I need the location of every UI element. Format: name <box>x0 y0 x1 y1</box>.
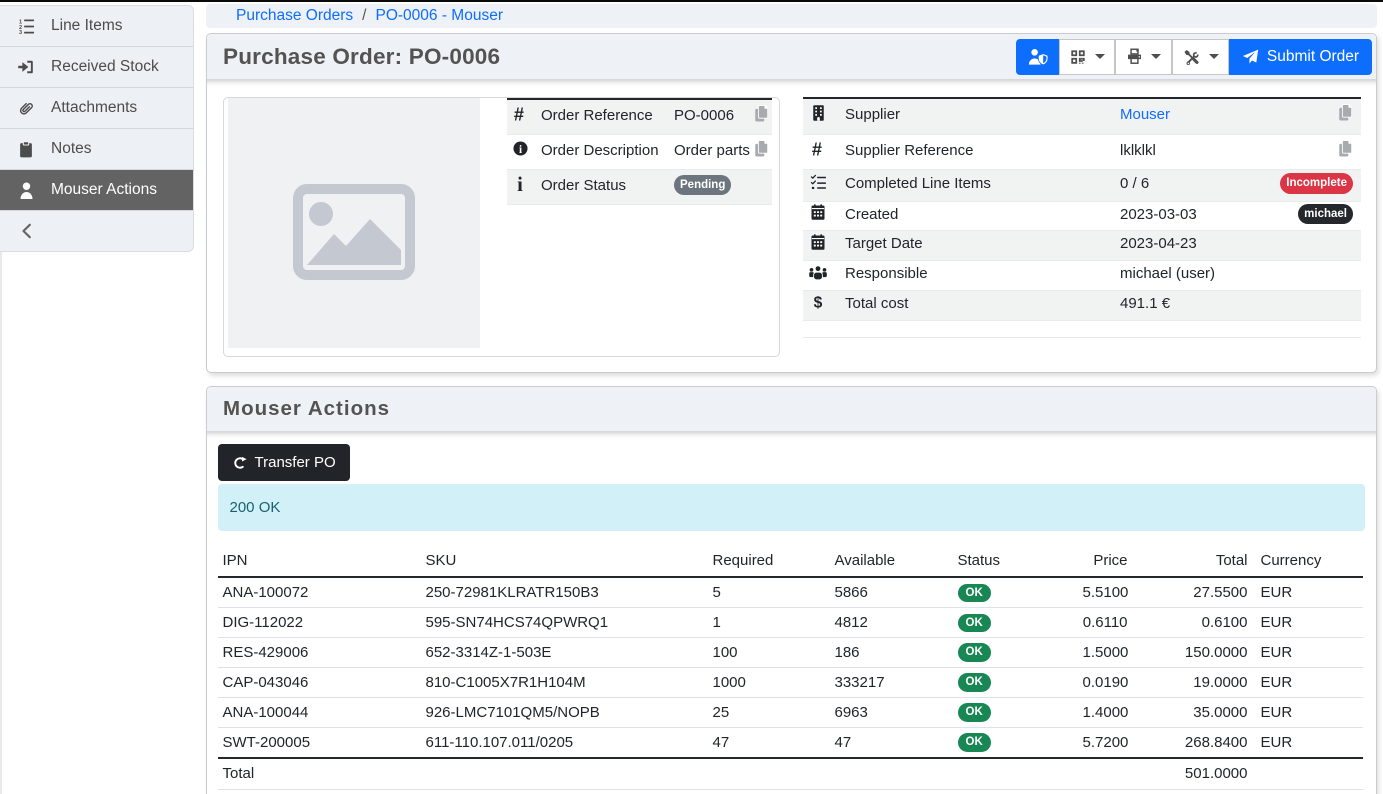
svg-text:3: 3 <box>19 30 22 34</box>
svg-text:$: $ <box>814 295 823 310</box>
svg-text:i: i <box>518 144 521 156</box>
svg-text:i: i <box>517 175 523 192</box>
svg-text:#: # <box>514 105 524 121</box>
svg-text:1: 1 <box>19 19 22 25</box>
svg-text:#: # <box>812 140 822 156</box>
